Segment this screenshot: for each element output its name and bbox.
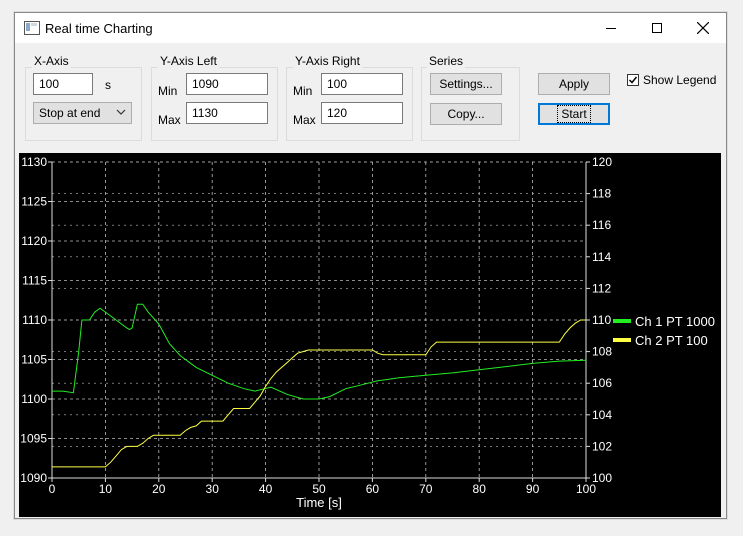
y-left-tick-label: 1100 [21,392,47,406]
legend-swatch-1 [613,319,631,323]
x-axis-title: Time [s] [296,495,342,510]
y-right-tick-label: 116 [592,218,611,232]
y-right-tick-label: 102 [592,439,612,453]
y-right-tick-label: 108 [592,345,612,359]
settings-button[interactable]: Settings... [430,73,502,95]
title-bar[interactable]: Real time Charting [15,13,726,43]
window-title: Real time Charting [45,21,153,36]
y-right-tick-label: 118 [592,187,611,201]
minimize-icon [606,27,616,29]
x-axis-group-label: X-Axis [32,54,71,68]
y-left-tick-label: 1115 [22,274,47,288]
x-tick-label: 40 [259,482,273,496]
y-right-tick-label: 104 [592,408,612,422]
y-right-max-label: Max [293,113,316,127]
y-right-tick-label: 100 [592,471,612,485]
y-left-tick-label: 1120 [21,234,47,248]
y-left-tick-label: 1130 [21,155,47,169]
y-right-max-input[interactable]: 120 [321,102,403,124]
x-tick-label: 30 [206,482,220,496]
main-window: Real time Charting X-Axis 100 s Stop at … [14,12,727,519]
legend-label-1: Ch 1 PT 1000 [635,314,715,329]
x-axis-unit-label: s [105,78,111,92]
y-right-tick-label: 120 [592,155,612,169]
y-left-tick-label: 1125 [21,195,47,209]
y-right-tick-label: 110 [592,313,611,327]
y-left-max-input[interactable]: 1130 [186,102,268,124]
y-left-min-label: Min [158,84,178,98]
app-icon [24,21,40,35]
y-left-tick-label: 1105 [21,353,47,367]
show-legend-label[interactable]: Show Legend [643,73,716,87]
y-right-min-label: Min [293,84,313,98]
x-tick-label: 0 [49,482,56,496]
y-axis-right-group-label: Y-Axis Right [293,54,362,68]
x-tick-label: 80 [473,482,487,496]
y-left-tick-label: 1110 [22,313,47,327]
y-left-min-input[interactable]: 1090 [186,73,268,95]
y-left-tick-label: 1090 [20,471,47,485]
start-button-label: Start [557,105,591,123]
close-button[interactable] [680,13,726,43]
x-axis-range-input[interactable]: 100 [33,73,93,95]
apply-button[interactable]: Apply [538,73,610,95]
settings-button-label: Settings... [439,77,493,91]
x-tick-label: 70 [419,482,433,496]
check-icon [628,76,638,84]
x-axis-mode-select[interactable]: Stop at end [33,102,132,124]
copy-button[interactable]: Copy... [430,103,502,125]
y-axis-left-group-label: Y-Axis Left [158,54,219,68]
x-tick-label: 50 [312,482,326,496]
y-right-min-input[interactable]: 100 [321,73,403,95]
x-tick-label: 10 [99,482,113,496]
minimize-button[interactable] [588,13,634,43]
show-legend-checkbox[interactable] [627,74,639,86]
x-axis-mode-value: Stop at end [39,106,101,120]
y-left-tick-label: 1095 [20,432,47,446]
legend-swatch-2 [613,338,631,342]
close-icon [697,22,709,34]
apply-button-label: Apply [558,77,590,91]
series-group-label: Series [427,54,466,68]
chevron-down-icon [116,109,126,115]
x-tick-label: 60 [366,482,380,496]
x-tick-label: 90 [526,482,540,496]
chart-area: 0 10 20 30 40 50 60 70 80 90 100 1090 1095 1100 1105 11… [19,153,721,517]
y-left-max-label: Max [158,113,181,127]
maximize-button[interactable] [634,13,680,43]
y-right-tick-label: 106 [592,376,612,390]
x-tick-label: 20 [152,482,166,496]
legend-label-2: Ch 2 PT 100 [635,333,708,348]
line-chart: 0 10 20 30 40 50 60 70 80 90 100 1090 1095 1100 1105 11… [20,155,715,510]
y-right-tick-label: 112 [592,281,611,295]
copy-button-label: Copy... [447,107,485,121]
y-right-tick-label: 114 [592,250,611,264]
maximize-icon [652,23,662,33]
start-button[interactable]: Start [538,103,610,125]
